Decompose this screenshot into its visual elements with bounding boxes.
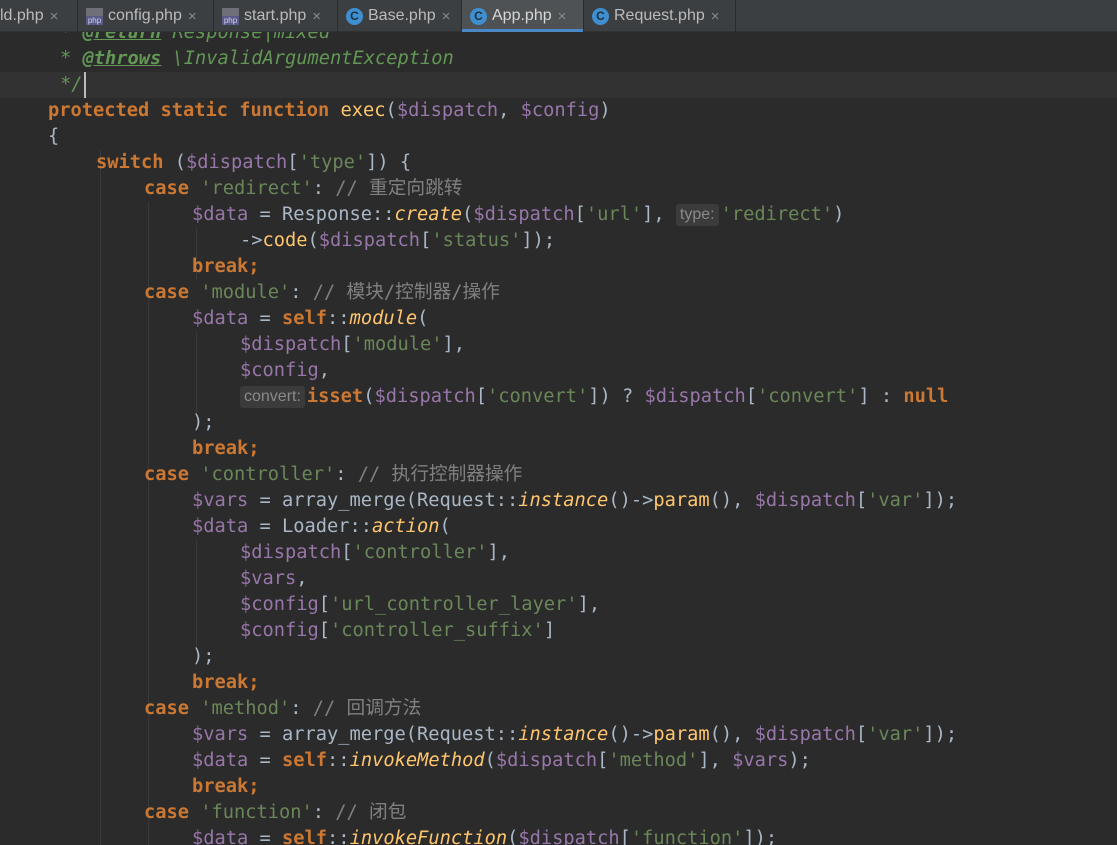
current-line-highlight [0, 72, 1117, 98]
code-line: case 'redirect': // 重定向跳转 [144, 178, 463, 199]
tab-label: Base.php [368, 7, 436, 24]
tab-label: ld.php [0, 7, 44, 24]
code-line: { [48, 126, 60, 147]
code-line: ); [192, 646, 215, 667]
close-icon[interactable]: × [312, 8, 321, 25]
code-line: $vars = array_merge(Request::instance()-… [192, 724, 958, 745]
parameter-hint: convert: [240, 386, 305, 408]
code-line: $config['url_controller_layer'], [240, 594, 601, 615]
code-line: * @return Response|mixed [60, 32, 331, 43]
code-line: $config, [240, 360, 331, 381]
class-icon: C [592, 7, 609, 25]
code-line: $data = self::invokeFunction($dispatch['… [192, 828, 778, 845]
class-icon: C [346, 7, 363, 25]
close-icon[interactable]: × [50, 8, 59, 25]
code-line: ->code($dispatch['status']); [240, 230, 556, 251]
tab-ld-php[interactable]: ld.php × [0, 0, 78, 32]
close-icon[interactable]: × [711, 8, 720, 25]
code-line: $vars, [240, 568, 308, 589]
close-icon[interactable]: × [188, 8, 197, 25]
code-line: break; [192, 672, 260, 693]
code-editor[interactable]: * @return Response|mixed * @throws \Inva… [0, 32, 1117, 845]
close-icon[interactable]: × [442, 8, 451, 25]
code-line: break; [192, 438, 260, 459]
tab-label: App.php [492, 7, 552, 24]
tab-base-php[interactable]: C Base.php × [338, 0, 462, 32]
parameter-hint: type: [675, 204, 719, 226]
text-caret [84, 72, 86, 98]
code-line: convert: isset($dispatch['convert']) ? $d… [240, 384, 948, 410]
code-line: $config['controller_suffix'] [240, 620, 556, 641]
code-line: case 'controller': // 执行控制器操作 [144, 464, 523, 485]
code-line: */ [60, 74, 83, 95]
code-line: $dispatch['module'], [240, 334, 466, 355]
php-file-icon [222, 7, 239, 25]
code-line: ); [192, 412, 215, 433]
code-line: $vars = array_merge(Request::instance()-… [192, 490, 958, 511]
indent-guide [100, 150, 101, 845]
code-line: case 'method': // 回调方法 [144, 698, 422, 719]
editor-tab-bar: ld.php × config.php × start.php × C Base… [0, 0, 1117, 32]
indent-guide [196, 332, 197, 416]
code-line: break; [192, 256, 260, 277]
code-line: case 'module': // 模块/控制器/操作 [144, 282, 500, 303]
code-line: $data = self::module( [192, 308, 429, 329]
code-line: $data = Response::create($dispatch['url'… [192, 204, 845, 226]
code-line: $dispatch['controller'], [240, 542, 511, 563]
indent-guide [196, 540, 197, 650]
tab-label: config.php [108, 7, 182, 24]
code-line: * @throws \InvalidArgumentException [60, 48, 454, 69]
class-icon: C [470, 7, 487, 25]
code-line: break; [192, 776, 260, 797]
tab-config-php[interactable]: config.php × [78, 0, 214, 32]
php-file-icon [86, 7, 103, 25]
code-line: protected static function exec($dispatch… [48, 100, 611, 121]
tab-start-php[interactable]: start.php × [214, 0, 338, 32]
code-line: switch ($dispatch['type']) { [96, 152, 412, 173]
tab-label: start.php [244, 7, 307, 24]
code-line: $data = self::invokeMethod($dispatch['me… [192, 750, 811, 771]
tab-request-php[interactable]: C Request.php × [584, 0, 736, 32]
tab-app-php[interactable]: C App.php × [462, 0, 584, 32]
tab-label: Request.php [614, 7, 705, 24]
code-line: case 'function': // 闭包 [144, 802, 407, 823]
code-line: $data = Loader::action( [192, 516, 451, 537]
close-icon[interactable]: × [558, 8, 567, 25]
